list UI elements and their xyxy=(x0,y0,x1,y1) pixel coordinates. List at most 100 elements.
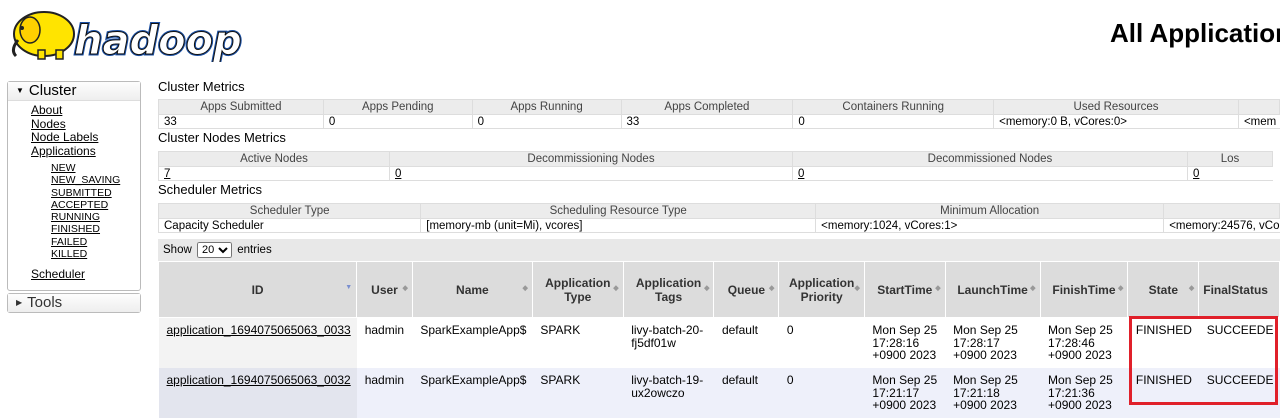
applications-table: ID ▼ User ◆ Name ◆ Application Type ◆ Applic… xyxy=(157,261,1280,418)
nav-state-new-saving[interactable]: NEW_SAVING xyxy=(51,174,140,186)
metric-header: Decommissioning Nodes xyxy=(389,151,793,167)
cell-finishtime: Mon Sep 25 17:28:46 +0900 2023 xyxy=(1040,317,1128,368)
cell-tags: livy-batch-19-ux2owczo xyxy=(623,368,714,418)
decommissioned-nodes-link[interactable]: 0 xyxy=(798,168,804,180)
cell-name: SparkExampleApp$ xyxy=(412,368,533,418)
cell-user: hadmin xyxy=(356,368,413,418)
elephant-icon xyxy=(11,11,75,60)
col-state[interactable]: State ◆ xyxy=(1127,261,1200,318)
nav-cluster-header[interactable]: ▼ Cluster xyxy=(8,82,140,101)
node-metrics-title: Cluster Nodes Metrics xyxy=(158,130,286,145)
cell-name: SparkExampleApp$ xyxy=(412,317,533,368)
table-row: application_1694075065063_0032 hadmin Sp… xyxy=(158,368,1280,418)
metric-value: <memory:1024, vCores:1> xyxy=(815,218,1164,233)
nav-cluster-panel: ▼ Cluster About Nodes Node Labels Applica… xyxy=(7,81,141,291)
scheduler-metrics-table: Scheduler Type Scheduling Resource Type … xyxy=(157,203,1280,233)
col-finishtime[interactable]: FinishTime ◆ xyxy=(1039,261,1129,318)
svg-text:hadoop: hadoop xyxy=(74,18,242,62)
node-metrics-table: Active Nodes Decommissioning Nodes Decom… xyxy=(158,151,1273,181)
sort-icon: ◆ xyxy=(613,285,619,292)
nav-tools-label: Tools xyxy=(27,294,63,311)
nav-state-new[interactable]: NEW xyxy=(51,162,140,174)
metric-header: Active Nodes xyxy=(158,151,390,167)
metric-value: 33 xyxy=(620,114,793,129)
cell-type: SPARK xyxy=(532,368,624,418)
sort-icon: ◆ xyxy=(522,285,528,292)
cell-starttime: Mon Sep 25 17:28:16 +0900 2023 xyxy=(864,317,946,368)
lost-nodes-link[interactable]: 0 xyxy=(1193,168,1199,180)
sort-icon: ◆ xyxy=(1118,285,1124,292)
metric-value: <mem xyxy=(1237,114,1280,129)
entries-select[interactable]: 20 xyxy=(196,242,232,258)
cell-priority: 0 xyxy=(778,368,865,418)
col-name[interactable]: Name ◆ xyxy=(411,261,533,318)
nav-state-running[interactable]: RUNNING xyxy=(51,211,140,223)
metric-value: <memory:0 B, vCores:0> xyxy=(993,114,1239,129)
nav-about[interactable]: About xyxy=(31,103,140,118)
metric-value: 0 xyxy=(322,114,473,129)
cluster-metrics-table: Apps Submitted Apps Pending Apps Running… xyxy=(158,99,1280,129)
sort-desc-icon: ▼ xyxy=(345,284,353,291)
cell-queue: default xyxy=(713,368,779,418)
metric-header: Apps Submitted xyxy=(158,99,324,115)
col-application-type[interactable]: Application Type ◆ xyxy=(531,261,624,318)
nav-nodes[interactable]: Nodes xyxy=(31,117,140,132)
active-nodes-link[interactable]: 7 xyxy=(164,168,170,180)
cluster-metrics-title: Cluster Metrics xyxy=(158,79,245,94)
cell-finishtime: Mon Sep 25 17:21:36 +0900 2023 xyxy=(1040,368,1128,418)
col-user[interactable]: User ◆ xyxy=(356,261,413,318)
metric-header: Scheduling Resource Type xyxy=(420,203,817,219)
sort-icon: ◆ xyxy=(704,285,710,292)
metric-header: Containers Running xyxy=(792,99,995,115)
cell-queue: default xyxy=(713,317,779,368)
sort-icon: ◆ xyxy=(935,285,941,292)
metric-header: Minimum Allocation xyxy=(815,203,1165,219)
table-row: application_1694075065063_0033 hadmin Sp… xyxy=(158,317,1280,368)
cell-launchtime: Mon Sep 25 17:28:17 +0900 2023 xyxy=(945,317,1041,368)
nav-node-labels[interactable]: Node Labels xyxy=(31,130,140,145)
metric-header: Apps Running xyxy=(471,99,622,115)
nav-state-submitted[interactable]: SUBMITTED xyxy=(51,187,140,199)
metric-header: Los xyxy=(1187,151,1273,167)
col-starttime[interactable]: StartTime ◆ xyxy=(863,261,946,318)
expand-triangle-icon: ▶ xyxy=(16,298,23,308)
metric-header xyxy=(1237,99,1280,115)
metric-value: <memory:24576, vCo xyxy=(1163,218,1280,233)
application-id-link[interactable]: application_1694075065063_0033 xyxy=(167,323,351,337)
sort-icon: ◆ xyxy=(1188,285,1195,292)
cell-priority: 0 xyxy=(778,317,865,368)
sort-icon: ◆ xyxy=(402,285,408,292)
metric-header: Apps Pending xyxy=(322,99,473,115)
collapse-triangle-icon: ▼ xyxy=(16,86,24,96)
nav-state-killed[interactable]: KILLED xyxy=(51,248,140,260)
apps-length-bar: Show 20 entries xyxy=(158,239,1280,261)
col-queue[interactable]: Queue ◆ xyxy=(713,261,780,318)
metric-value: 0 xyxy=(471,114,622,129)
cell-launchtime: Mon Sep 25 17:21:18 +0900 2023 xyxy=(945,368,1041,418)
application-id-link[interactable]: application_1694075065063_0032 xyxy=(167,373,351,387)
col-id[interactable]: ID ▼ xyxy=(157,261,358,318)
nav-tools-panel[interactable]: ▶ Tools xyxy=(7,293,141,313)
metric-header: Used Resources xyxy=(993,99,1239,115)
metric-header: Scheduler Type xyxy=(157,203,422,219)
col-launchtime[interactable]: LaunchTime ◆ xyxy=(944,261,1041,318)
col-application-priority[interactable]: Application Priority ◆ xyxy=(778,261,865,318)
col-application-tags[interactable]: Application Tags ◆ xyxy=(622,261,715,318)
scheduler-metrics-title: Scheduler Metrics xyxy=(158,182,263,197)
sort-icon: ◆ xyxy=(769,285,775,292)
sort-icon: ◆ xyxy=(1030,285,1036,292)
hadoop-logo[interactable]: hadoop hadoop xyxy=(8,4,248,67)
nav-state-finished[interactable]: FINISHED xyxy=(51,223,140,235)
cell-user: hadmin xyxy=(356,317,413,368)
nav-applications[interactable]: Applications xyxy=(31,144,140,159)
cell-tags: livy-batch-20-fj5df01w xyxy=(623,317,714,368)
col-finalstatus[interactable]: FinalStatus xyxy=(1198,261,1280,318)
show-label: Show xyxy=(163,244,192,256)
metric-value: 0 xyxy=(792,114,994,129)
state-highlight-box xyxy=(1129,316,1278,405)
nav-state-failed[interactable]: FAILED xyxy=(51,236,140,248)
nav-state-accepted[interactable]: ACCEPTED xyxy=(51,199,140,211)
decommissioning-nodes-link[interactable]: 0 xyxy=(395,168,401,180)
cell-type: SPARK xyxy=(532,317,624,368)
nav-scheduler[interactable]: Scheduler xyxy=(31,268,140,282)
